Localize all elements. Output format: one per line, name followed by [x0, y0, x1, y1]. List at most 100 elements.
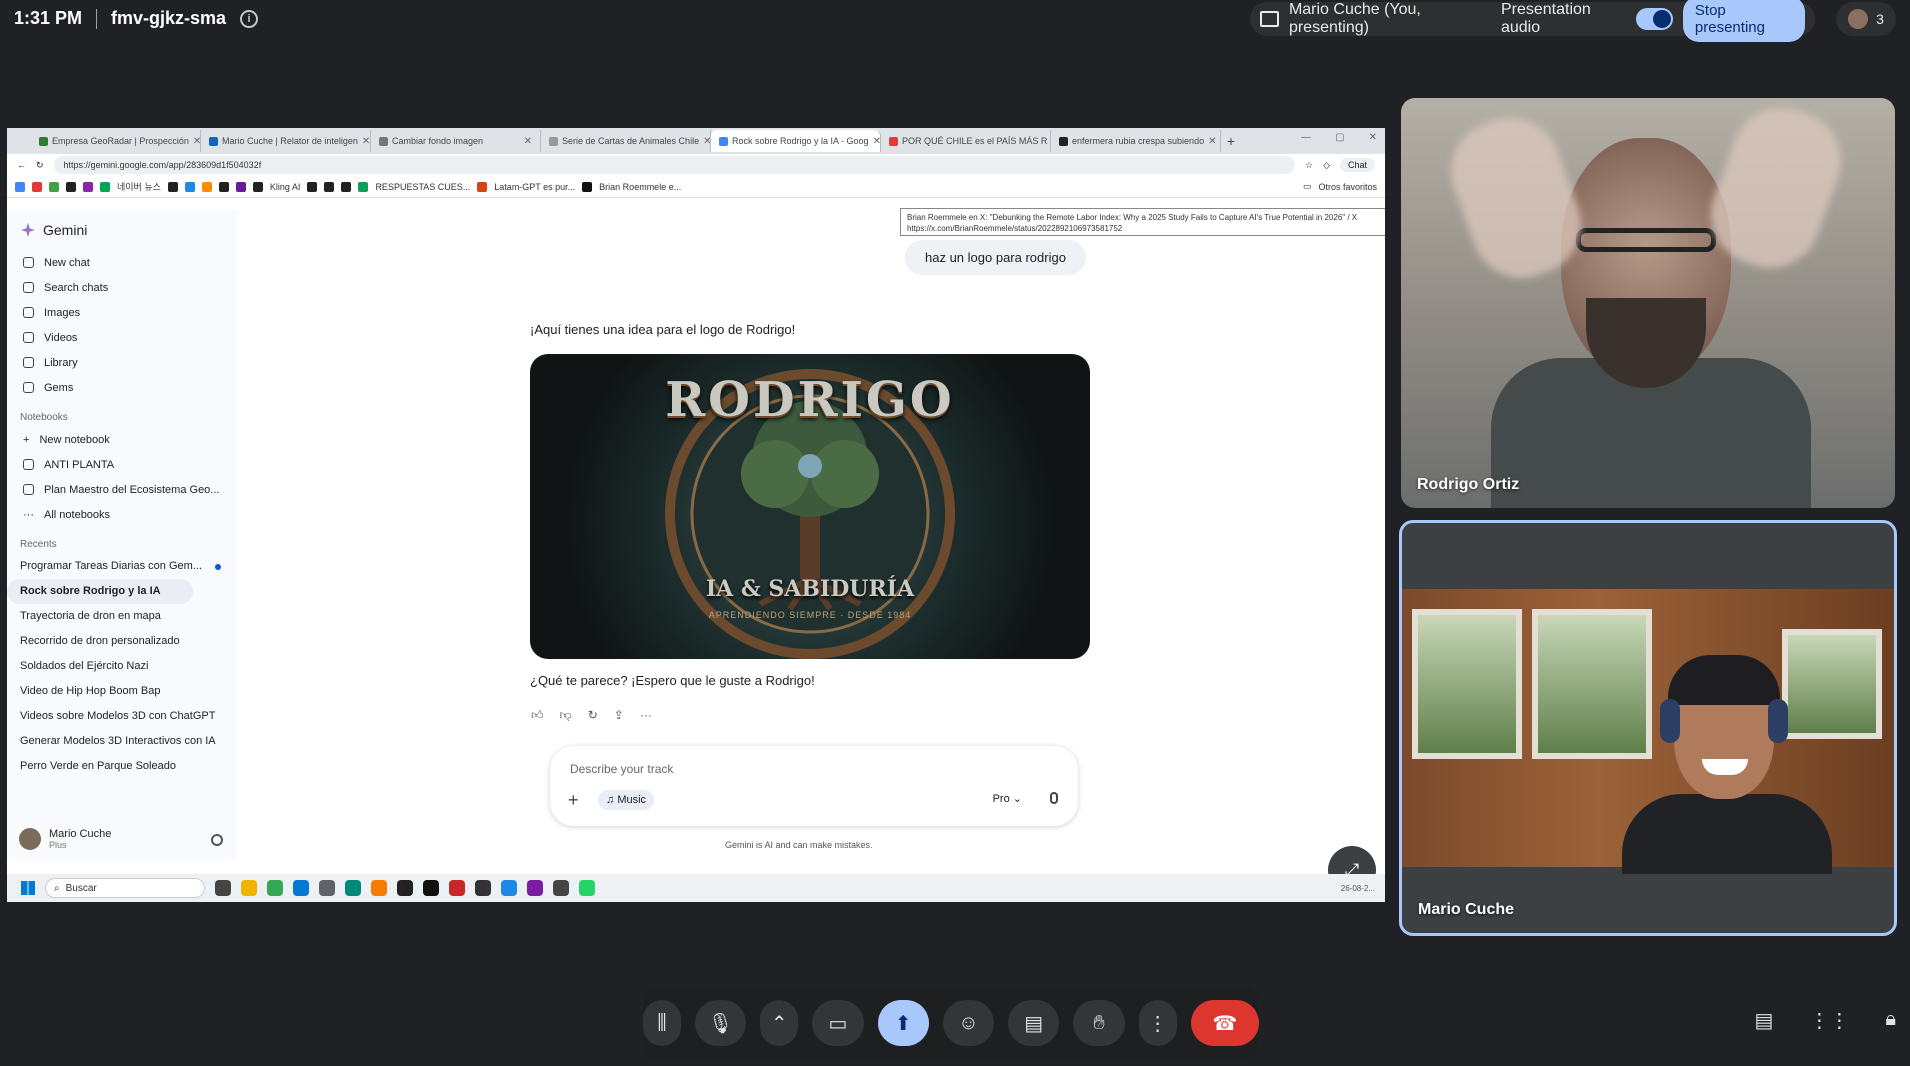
close-icon[interactable]: ✕ — [362, 136, 370, 147]
bookmark-icon[interactable] — [100, 181, 110, 192]
microphone-icon[interactable] — [1050, 792, 1058, 804]
bookmark-icon[interactable] — [83, 181, 93, 192]
recent-chat[interactable]: Videos sobre Modelos 3D con ChatGPT — [7, 704, 237, 729]
sidebar-item-notebook[interactable]: Plan Maestro del Ecosistema Geo... — [7, 477, 237, 502]
taskbar-app-icon[interactable] — [215, 880, 231, 896]
browser-tab[interactable]: Mario Cuche | Relator de inteligen ✕ — [201, 130, 371, 152]
bookmark-icon[interactable] — [184, 181, 195, 192]
host-controls-icon[interactable]: 🔒︎ — [1885, 1008, 1896, 1033]
bookmark-icon[interactable] — [235, 181, 246, 192]
sidebar-item-search-chats[interactable]: Search chats — [7, 275, 237, 300]
generated-logo-image[interactable]: RODRIGO IA & SABIDURÍA APRENDIENDO SIEMP… — [530, 354, 1090, 659]
recent-chat[interactable]: Trayectoria de dron en mapa — [7, 604, 237, 629]
bookmark-icon[interactable] — [167, 181, 178, 192]
taskbar-app-icon[interactable] — [293, 880, 309, 896]
browser-tab-active[interactable]: Rock sobre Rodrigo y la IA - Goog ✕ — [711, 130, 881, 152]
recent-chat[interactable]: Soldados del Ejército Nazi — [7, 654, 237, 679]
microphone-button[interactable]: 🎙︎ — [694, 1000, 747, 1046]
taskbar-app-icon[interactable] — [423, 880, 439, 896]
bookmark-link[interactable]: RESPUESTAS CUES... — [375, 182, 470, 192]
sidebar-item-notebook[interactable]: ANTI PLANTA — [7, 452, 237, 477]
chat-icon[interactable]: ▤ — [1754, 1008, 1773, 1033]
sidebar-item-images[interactable]: Images — [7, 300, 237, 325]
bookmark-link[interactable]: 네이버 뉴스 — [117, 180, 161, 193]
minimize-icon[interactable]: — — [1301, 132, 1311, 143]
bookmark-icon[interactable] — [201, 181, 212, 192]
taskbar-app-icon[interactable] — [579, 880, 595, 896]
gemini-brand[interactable]: Gemini — [7, 210, 237, 250]
recent-chat[interactable]: Perro Verde en Parque Soleado — [7, 754, 237, 779]
browser-tab[interactable]: Cambiar fondo imagen ✕ — [371, 130, 541, 152]
bookmark-link[interactable]: Latam-GPT es pur... — [494, 182, 575, 192]
browser-tab[interactable]: Empresa GeoRadar | Prospección ✕ — [31, 130, 201, 152]
regenerate-icon[interactable]: ↻ — [588, 708, 598, 723]
taskbar-app-icon[interactable] — [553, 880, 569, 896]
close-icon[interactable]: ✕ — [873, 136, 880, 147]
close-window-icon[interactable]: ✕ — [1369, 132, 1377, 143]
audio-levels-icon[interactable]: ⫼ — [643, 1000, 681, 1046]
taskbar-app-icon[interactable] — [241, 880, 257, 896]
close-icon[interactable]: ✕ — [703, 136, 710, 147]
taskbar-app-icon[interactable] — [319, 880, 335, 896]
sidebar-item-videos[interactable]: Videos — [7, 325, 237, 350]
recent-chat[interactable]: Programar Tareas Diarias con Gem... — [7, 554, 237, 579]
recent-chat[interactable]: Recorrido de dron personalizado — [7, 629, 237, 654]
sidebar-item-all-notebooks[interactable]: ··· All notebooks — [7, 502, 237, 527]
taskbar-app-icon[interactable] — [267, 880, 283, 896]
share-icon[interactable]: ⇪ — [614, 708, 624, 723]
close-icon[interactable]: ✕ — [1208, 136, 1216, 147]
add-icon[interactable]: + — [568, 790, 579, 811]
taskbar-app-icon[interactable] — [527, 880, 543, 896]
browser-tab[interactable]: Serie de Cartas de Animales Chile ✕ — [541, 130, 711, 152]
bookmark-link[interactable]: Brian Roemmele e... — [599, 182, 681, 192]
star-icon[interactable]: ☆ — [1305, 160, 1313, 171]
bookmark-icon[interactable] — [324, 181, 335, 192]
sidebar-item-gems[interactable]: Gems — [7, 375, 237, 400]
windows-start-icon[interactable] — [21, 881, 35, 895]
music-tool-chip[interactable]: ♫ Music — [598, 790, 655, 810]
presentation-audio-toggle[interactable] — [1635, 8, 1673, 30]
bookmark-icon[interactable] — [358, 181, 369, 192]
account-button[interactable]: Mario Cuche Plus — [19, 828, 111, 850]
leave-call-button[interactable]: ☎ — [1190, 1000, 1260, 1046]
maximize-icon[interactable]: ▢ — [1335, 132, 1344, 143]
recent-chat[interactable]: Video de Hip Hop Boom Bap — [7, 679, 237, 704]
captions-button[interactable]: ▤ — [1008, 1000, 1060, 1046]
new-tab-icon[interactable]: + — [1221, 133, 1241, 149]
camera-button[interactable]: ▭ — [812, 1000, 864, 1046]
activities-icon[interactable]: ⋮⋮ — [1809, 1008, 1849, 1033]
model-selector[interactable]: Pro ⌄ — [993, 792, 1022, 805]
bookmark-icon[interactable] — [15, 181, 25, 192]
taskbar-app-icon[interactable] — [501, 880, 517, 896]
bookmark-icon[interactable] — [341, 181, 352, 192]
bookmark-icon[interactable] — [32, 181, 42, 192]
bookmark-icon[interactable] — [307, 181, 318, 192]
participants-button[interactable]: 3 — [1836, 2, 1896, 36]
bookmark-icon[interactable] — [66, 181, 76, 192]
bookmark-icon[interactable] — [582, 181, 593, 192]
taskbar-app-icon[interactable] — [449, 880, 465, 896]
taskbar-app-icon[interactable] — [345, 880, 361, 896]
taskbar-search[interactable]: ⌕ Buscar — [45, 878, 205, 898]
close-icon[interactable]: ✕ — [193, 136, 200, 147]
present-screen-button[interactable]: ⬆ — [877, 1000, 929, 1046]
chat-button[interactable]: Chat — [1339, 158, 1375, 172]
taskbar-app-icon[interactable] — [371, 880, 387, 896]
reload-icon[interactable]: ↻ — [36, 160, 44, 171]
emoji-reaction-button[interactable]: ☺ — [942, 1000, 995, 1046]
bookmark-icon[interactable] — [252, 181, 263, 192]
other-bookmarks[interactable]: Otros favoritos — [1318, 182, 1377, 192]
participant-tile-mario[interactable]: Mario Cuche — [1399, 520, 1897, 936]
more-icon[interactable]: ··· — [640, 708, 652, 723]
info-icon[interactable]: i — [240, 9, 259, 28]
thumbs-up-icon[interactable]: 👍︎ — [531, 708, 544, 723]
browser-tab[interactable]: enfermera rubia crespa subiendo ✕ — [1051, 130, 1221, 152]
taskbar-app-icon[interactable] — [475, 880, 491, 896]
folder-icon[interactable]: ▭ — [1303, 181, 1312, 192]
sidebar-item-library[interactable]: Library — [7, 350, 237, 375]
recent-chat[interactable]: Generar Modelos 3D Interactivos con IA — [7, 729, 237, 754]
back-icon[interactable]: ← — [17, 160, 26, 170]
url-field[interactable]: https://gemini.google.com/app/283609d1f5… — [53, 156, 1295, 174]
extensions-icon[interactable]: ◇ — [1323, 160, 1330, 171]
more-options-icon[interactable]: ⋮ — [1138, 1000, 1177, 1046]
